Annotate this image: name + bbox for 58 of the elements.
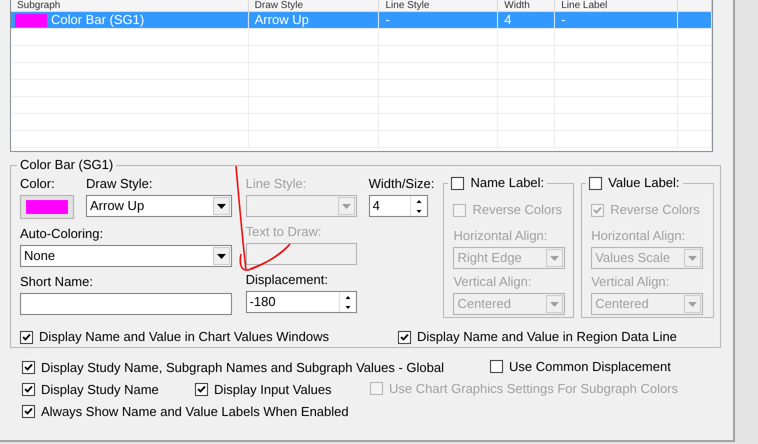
caret-icon — [550, 302, 560, 306]
checkbox[interactable] — [589, 176, 602, 190]
checkbox[interactable] — [490, 360, 503, 374]
field-label: Displacement: — [246, 271, 329, 289]
checkbox[interactable] — [451, 176, 464, 190]
table-cell: - — [379, 12, 498, 28]
table-cell: 4 — [498, 12, 556, 28]
caret-icon — [217, 254, 226, 258]
checkbox-label[interactable]: Name Label: — [470, 175, 544, 191]
column-header[interactable]: Line Label — [555, 0, 678, 11]
table-cell: Color Bar (SG1) — [51, 12, 144, 28]
field-label: Horizontal Align: — [591, 227, 686, 245]
checkbox[interactable] — [22, 383, 35, 396]
checkbox-label[interactable]: Always Show Name and Value Labels When Enabled — [41, 404, 349, 420]
field-label: Short Name: — [20, 273, 94, 291]
dropdown: Centered — [453, 293, 566, 315]
caret-icon — [550, 256, 560, 260]
checkbox-label[interactable]: Display Study Name, Subgraph Names and Subgraph Values - Global — [41, 360, 444, 376]
checkbox-label[interactable]: Display Name and Value in Region Data Line — [417, 329, 677, 345]
checkbox-label[interactable]: Display Study Name — [41, 382, 159, 398]
field-label: Horizontal Align: — [453, 227, 548, 245]
table-cell: - — [555, 12, 678, 28]
checkbox[interactable] — [22, 405, 35, 418]
field-label: Width/Size: — [368, 175, 436, 193]
checkbox-label[interactable]: Use Common Displacement — [509, 358, 671, 375]
caret-icon — [688, 302, 698, 306]
text-field[interactable] — [20, 293, 232, 315]
field-label: Draw Style: — [86, 175, 154, 193]
checkbox[interactable] — [195, 383, 208, 396]
dropdown: Values Scale — [591, 247, 704, 269]
dropdown: Centered — [591, 293, 704, 315]
column-header[interactable]: Subgraph — [11, 0, 249, 11]
column-header[interactable]: Draw Style — [248, 0, 380, 11]
color-button[interactable] — [20, 195, 74, 219]
caret-icon — [217, 204, 226, 208]
spin-field[interactable]: 4 — [368, 195, 428, 217]
dropdown[interactable]: Arrow Up — [86, 195, 232, 217]
checkbox-label[interactable]: Display Name and Value in Chart Values Windows — [39, 329, 329, 345]
caret-icon — [688, 256, 698, 260]
dropdown: Right Edge — [453, 247, 566, 269]
field-label: Color: — [20, 175, 56, 193]
field-label: Text to Draw: — [246, 223, 322, 241]
field-label: Line Style: — [246, 175, 308, 193]
checkbox[interactable] — [20, 330, 33, 344]
checkbox-label[interactable]: Display Input Values — [214, 382, 332, 398]
spin-field[interactable]: -180 — [246, 291, 357, 313]
checkbox-label[interactable]: Value Label: — [608, 175, 680, 191]
field-label: Auto-Coloring: — [20, 225, 104, 243]
column-header[interactable]: Line Style — [379, 0, 498, 11]
column-header[interactable]: Width — [498, 0, 556, 11]
checkbox[interactable] — [22, 361, 35, 374]
table-cell: Arrow Up — [248, 12, 380, 28]
field-label: Vertical Align: — [591, 273, 670, 291]
dropdown[interactable]: None — [20, 245, 232, 267]
field-label: Vertical Align: — [453, 273, 532, 291]
checkbox[interactable] — [398, 330, 411, 344]
caret-icon — [342, 204, 351, 208]
group-title: Color Bar (SG1) — [17, 157, 116, 173]
